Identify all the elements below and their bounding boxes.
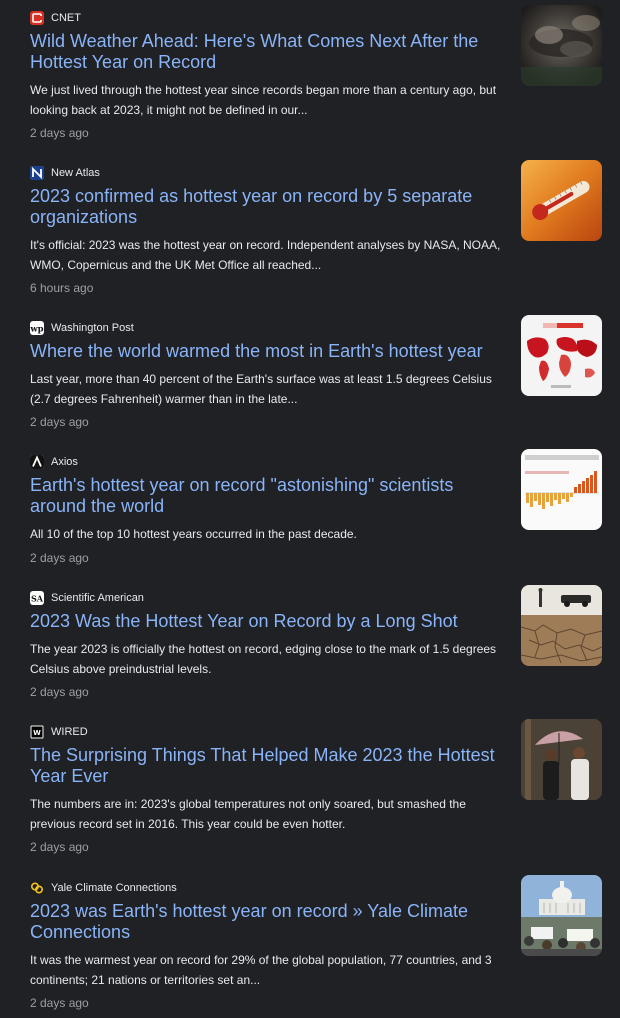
source-name: WIRED xyxy=(51,726,88,738)
timestamp: 2 days ago xyxy=(30,551,89,565)
timestamp: 2 days ago xyxy=(30,840,89,854)
snippet: All 10 of the top 10 hottest years occur… xyxy=(30,527,357,541)
headline-link[interactable]: Where the world warmed the most in Earth… xyxy=(30,341,500,362)
source-row[interactable]: New Atlas xyxy=(30,165,100,181)
source-name: Yale Climate Connections xyxy=(51,882,177,894)
timestamp: 2 days ago xyxy=(30,415,89,429)
news-feed: CNET Wild Weather Ahead: Here's What Com… xyxy=(0,0,620,1018)
source-row[interactable]: wp Washington Post xyxy=(30,320,134,336)
cracked-earth-thumbnail[interactable] xyxy=(521,585,602,666)
thermometer-thumbnail[interactable] xyxy=(521,160,602,241)
snippet: It's official: 2023 was the hottest year… xyxy=(30,238,501,272)
scientific-american-logo-icon: SA xyxy=(30,591,44,605)
capitol-protest-thumbnail[interactable] xyxy=(521,875,602,956)
world-heat-map-thumbnail[interactable] xyxy=(521,315,602,396)
snippet: The numbers are in: 2023's global temper… xyxy=(30,797,466,831)
snippet: It was the warmest year on record for 29… xyxy=(30,953,492,987)
storm-clouds-thumbnail[interactable] xyxy=(521,5,602,86)
snippet: We just lived through the hottest year s… xyxy=(30,83,497,117)
new-atlas-logo-icon xyxy=(30,166,44,180)
headline-link[interactable]: 2023 was Earth's hottest year on record … xyxy=(30,901,500,943)
source-row[interactable]: W WIRED xyxy=(30,724,88,740)
source-name: CNET xyxy=(51,12,81,24)
axios-logo-icon xyxy=(30,455,44,469)
people-with-umbrella-thumbnail[interactable] xyxy=(521,719,602,800)
temperature-anomaly-chart-thumbnail[interactable] xyxy=(521,449,602,530)
headline-link[interactable]: 2023 Was the Hottest Year on Record by a… xyxy=(30,611,500,632)
source-name: Washington Post xyxy=(51,322,134,334)
svg-text:SA: SA xyxy=(31,594,44,604)
source-name: New Atlas xyxy=(51,167,100,179)
headline-link[interactable]: 2023 confirmed as hottest year on record… xyxy=(30,186,500,228)
snippet: The year 2023 is officially the hottest … xyxy=(30,642,497,676)
source-row[interactable]: SA Scientific American xyxy=(30,590,144,606)
washington-post-logo-icon: wp xyxy=(30,321,44,335)
source-name: Scientific American xyxy=(51,592,144,604)
source-row[interactable]: CNET xyxy=(30,10,81,26)
headline-link[interactable]: The Surprising Things That Helped Make 2… xyxy=(30,745,500,787)
headline-link[interactable]: Earth's hottest year on record "astonish… xyxy=(30,475,500,517)
yale-climate-connections-logo-icon xyxy=(30,881,44,895)
source-name: Axios xyxy=(51,456,78,468)
timestamp: 2 days ago xyxy=(30,685,89,699)
snippet: Last year, more than 40 percent of the E… xyxy=(30,372,492,406)
cnet-logo-icon xyxy=(30,11,44,25)
svg-text:W: W xyxy=(33,729,41,737)
timestamp: 6 hours ago xyxy=(30,281,94,295)
timestamp: 2 days ago xyxy=(30,126,89,140)
svg-text:wp: wp xyxy=(30,325,44,335)
timestamp: 2 days ago xyxy=(30,996,89,1010)
source-row[interactable]: Yale Climate Connections xyxy=(30,880,177,896)
source-row[interactable]: Axios xyxy=(30,454,78,470)
wired-logo-icon: W xyxy=(30,725,44,739)
headline-link[interactable]: Wild Weather Ahead: Here's What Comes Ne… xyxy=(30,31,500,73)
